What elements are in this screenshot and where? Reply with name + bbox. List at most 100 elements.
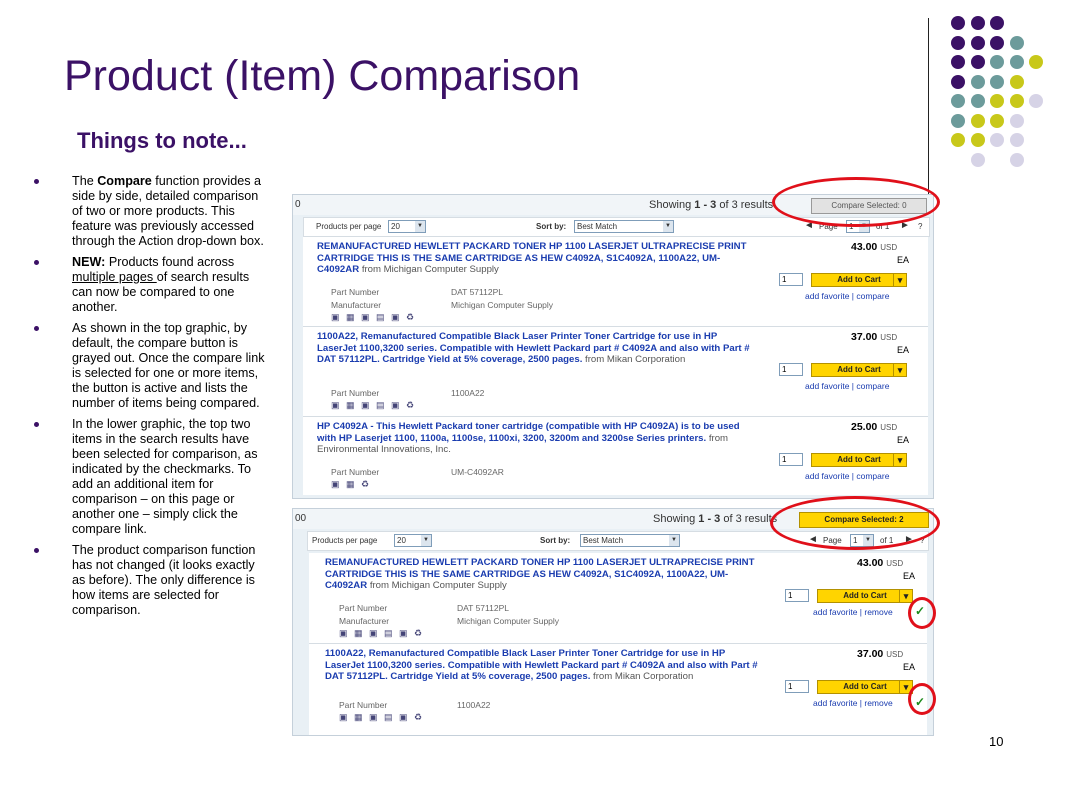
item-links: add favorite | remove [813, 698, 893, 708]
results-list: REMANUFACTURED HEWLETT PACKARD TONER HP … [309, 553, 927, 735]
decorative-dot [970, 55, 985, 69]
add-to-cart-button[interactable]: Add to Cart [811, 273, 907, 287]
item-price: 25.00 USD [851, 421, 898, 433]
divider-line [928, 18, 929, 196]
search-results-screenshot-top: 0 Showing 1 - 3 of 3 results Compare Sel… [292, 194, 934, 499]
per-page-select[interactable]: 20 [388, 220, 426, 233]
decorative-dot [990, 74, 1004, 89]
item-title-link[interactable]: 1100A22, Remanufactured Compatible Black… [317, 331, 757, 366]
decorative-dot [990, 113, 1004, 128]
remove-link[interactable]: remove [864, 698, 892, 708]
item-links: add favorite | compare [805, 381, 890, 391]
decorative-dot [990, 35, 1004, 50]
result-item: 1100A22, Remanufactured Compatible Black… [303, 327, 928, 417]
item-title-link[interactable]: 1100A22, Remanufactured Compatible Black… [325, 648, 765, 683]
eco-icons: ▣ ▦ ▣ ▤ ▣ ♻ [339, 628, 425, 638]
decorative-dot [1009, 55, 1024, 69]
decorative-dot [1009, 133, 1024, 147]
decorative-dot [970, 152, 985, 167]
compare-link[interactable]: compare [856, 381, 889, 391]
decorative-dot [1009, 74, 1024, 89]
decorative-dot [990, 55, 1004, 69]
add-to-cart-button[interactable]: Add to Cart [817, 589, 913, 603]
per-page-select[interactable]: 20 [394, 534, 432, 547]
add-favorite-link[interactable]: add favorite [805, 291, 849, 301]
item-links: add favorite | remove [813, 607, 893, 617]
highlight-ring-compare-disabled [772, 177, 940, 227]
add-favorite-link[interactable]: add favorite [813, 607, 857, 617]
sort-select[interactable]: Best Match [574, 220, 674, 233]
bullet-default-grayed: As shown in the top graphic, by default,… [30, 321, 270, 411]
results-list: REMANUFACTURED HEWLETT PACKARD TONER HP … [303, 237, 928, 495]
bullet-new-feature: NEW: Products found across multiple page… [30, 255, 270, 315]
item-price: 37.00 USD [851, 331, 898, 343]
bullet-compare-function: The Compare function provides a side by … [30, 174, 270, 249]
quantity-input[interactable]: 1 [779, 273, 803, 286]
item-title-link[interactable]: REMANUFACTURED HEWLETT PACKARD TONER HP … [325, 557, 765, 592]
decorative-dot [1029, 55, 1043, 69]
highlight-ring-compare-active [770, 496, 940, 550]
decorative-dot [970, 94, 985, 108]
decorative-dot [1009, 94, 1024, 108]
results-count: Showing 1 - 3 of 3 results [653, 513, 778, 525]
notes-list: The Compare function provides a side by … [30, 174, 270, 624]
add-to-cart-button[interactable]: Add to Cart [811, 453, 907, 467]
decorative-dot [970, 74, 985, 89]
decorative-dot [951, 94, 965, 108]
bullet-unchanged: The product comparison function has not … [30, 543, 270, 618]
result-item: HP C4092A - This Hewlett Packard toner c… [303, 417, 928, 495]
quantity-input[interactable]: 1 [779, 363, 803, 376]
help-icon[interactable]: ? [918, 222, 922, 231]
decorative-dot [951, 16, 965, 30]
eco-icons: ▣ ▦ ▣ ▤ ▣ ♻ [331, 400, 417, 410]
decorative-dot [970, 16, 985, 30]
decorative-dot [1009, 152, 1024, 167]
item-price: 43.00 USD [857, 557, 904, 569]
quantity-input[interactable]: 1 [785, 680, 809, 693]
slide-subtitle: Things to note... [77, 128, 247, 153]
decorative-dot [970, 113, 985, 128]
compare-link[interactable]: compare [856, 471, 889, 481]
item-price: 43.00 USD [851, 241, 898, 253]
decorative-dot [990, 133, 1004, 147]
add-to-cart-button[interactable]: Add to Cart [811, 363, 907, 377]
highlight-ring-checkmark-1 [908, 597, 936, 629]
decorative-dot [951, 55, 965, 69]
decorative-dot [1009, 35, 1024, 50]
decorative-dot [1029, 94, 1043, 108]
eco-icons: ▣ ▦ ♻ [331, 479, 372, 489]
decorative-dot [951, 74, 965, 89]
item-price: 37.00 USD [857, 648, 904, 660]
sort-select[interactable]: Best Match [580, 534, 680, 547]
item-title-link[interactable]: HP C4092A - This Hewlett Packard toner c… [317, 421, 757, 456]
slide-title: Product (Item) Comparison [64, 52, 581, 100]
result-item: REMANUFACTURED HEWLETT PACKARD TONER HP … [303, 237, 928, 327]
highlight-ring-checkmark-2 [908, 683, 936, 715]
decorative-dot [951, 35, 965, 50]
item-links: add favorite | compare [805, 471, 890, 481]
compare-link[interactable]: compare [856, 291, 889, 301]
add-favorite-link[interactable]: add favorite [813, 698, 857, 708]
decorative-dot [990, 94, 1004, 108]
remove-link[interactable]: remove [864, 607, 892, 617]
decorative-dot [970, 133, 985, 147]
result-item: REMANUFACTURED HEWLETT PACKARD TONER HP … [309, 553, 927, 644]
bullet-lower-graphic: In the lower graphic, the top two items … [30, 417, 270, 537]
results-count: Showing 1 - 3 of 3 results [649, 199, 774, 211]
eco-icons: ▣ ▦ ▣ ▤ ▣ ♻ [339, 712, 425, 722]
decorative-dot [951, 113, 965, 128]
decorative-dot [970, 35, 985, 50]
add-to-cart-button[interactable]: Add to Cart [817, 680, 913, 694]
decorative-dot [1009, 113, 1024, 128]
item-title-link[interactable]: REMANUFACTURED HEWLETT PACKARD TONER HP … [317, 241, 757, 276]
eco-icons: ▣ ▦ ▣ ▤ ▣ ♻ [331, 312, 417, 322]
page-number: 10 [989, 734, 1004, 749]
add-favorite-link[interactable]: add favorite [805, 471, 849, 481]
add-favorite-link[interactable]: add favorite [805, 381, 849, 391]
result-item: 1100A22, Remanufactured Compatible Black… [309, 644, 927, 735]
decorative-dot [990, 16, 1004, 30]
item-links: add favorite | compare [805, 291, 890, 301]
quantity-input[interactable]: 1 [785, 589, 809, 602]
quantity-input[interactable]: 1 [779, 453, 803, 466]
decorative-dot [951, 133, 965, 147]
